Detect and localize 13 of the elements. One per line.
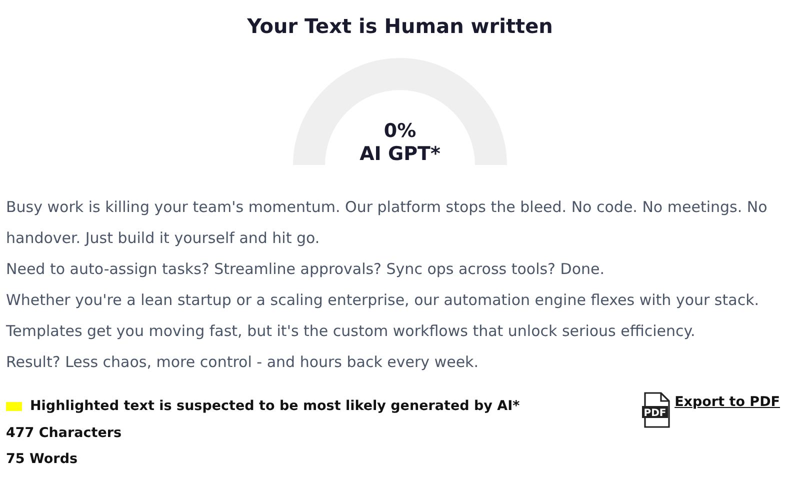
pdf-file-icon: PDF [640, 392, 671, 428]
paragraph: Whether you're a lean startup or a scaling enterprise, our automation engine flexes with your stack. [6, 290, 760, 311]
result-title: Your Text is Human written [246, 14, 554, 38]
legend-text: Highlighted text is suspected to be most likely generated by AI* [30, 396, 520, 416]
gauge-label: AI GPT* [358, 143, 442, 166]
paragraph: Need to auto-assign tasks? Streamline approvals? Sync ops across tools? Done. [6, 259, 606, 280]
paragraph: Templates get you moving fast, but it's the custom workflows that unlock serious efficiency. [6, 321, 696, 342]
stat-text: 75 Words [6, 450, 79, 469]
paragraph: Result? Less chaos, more control - and hours back every week. [6, 352, 480, 373]
stat-text: 477 Characters [6, 424, 123, 443]
percent-value: 0% [382, 120, 418, 144]
paragraph: Busy work is killing your team's momentum. Our platform stops the bleed. No code. No meetings. No handover. Just build it yourself and hit go. [6, 197, 768, 249]
export-pdf-link[interactable]: Export to PDF [674, 392, 780, 412]
